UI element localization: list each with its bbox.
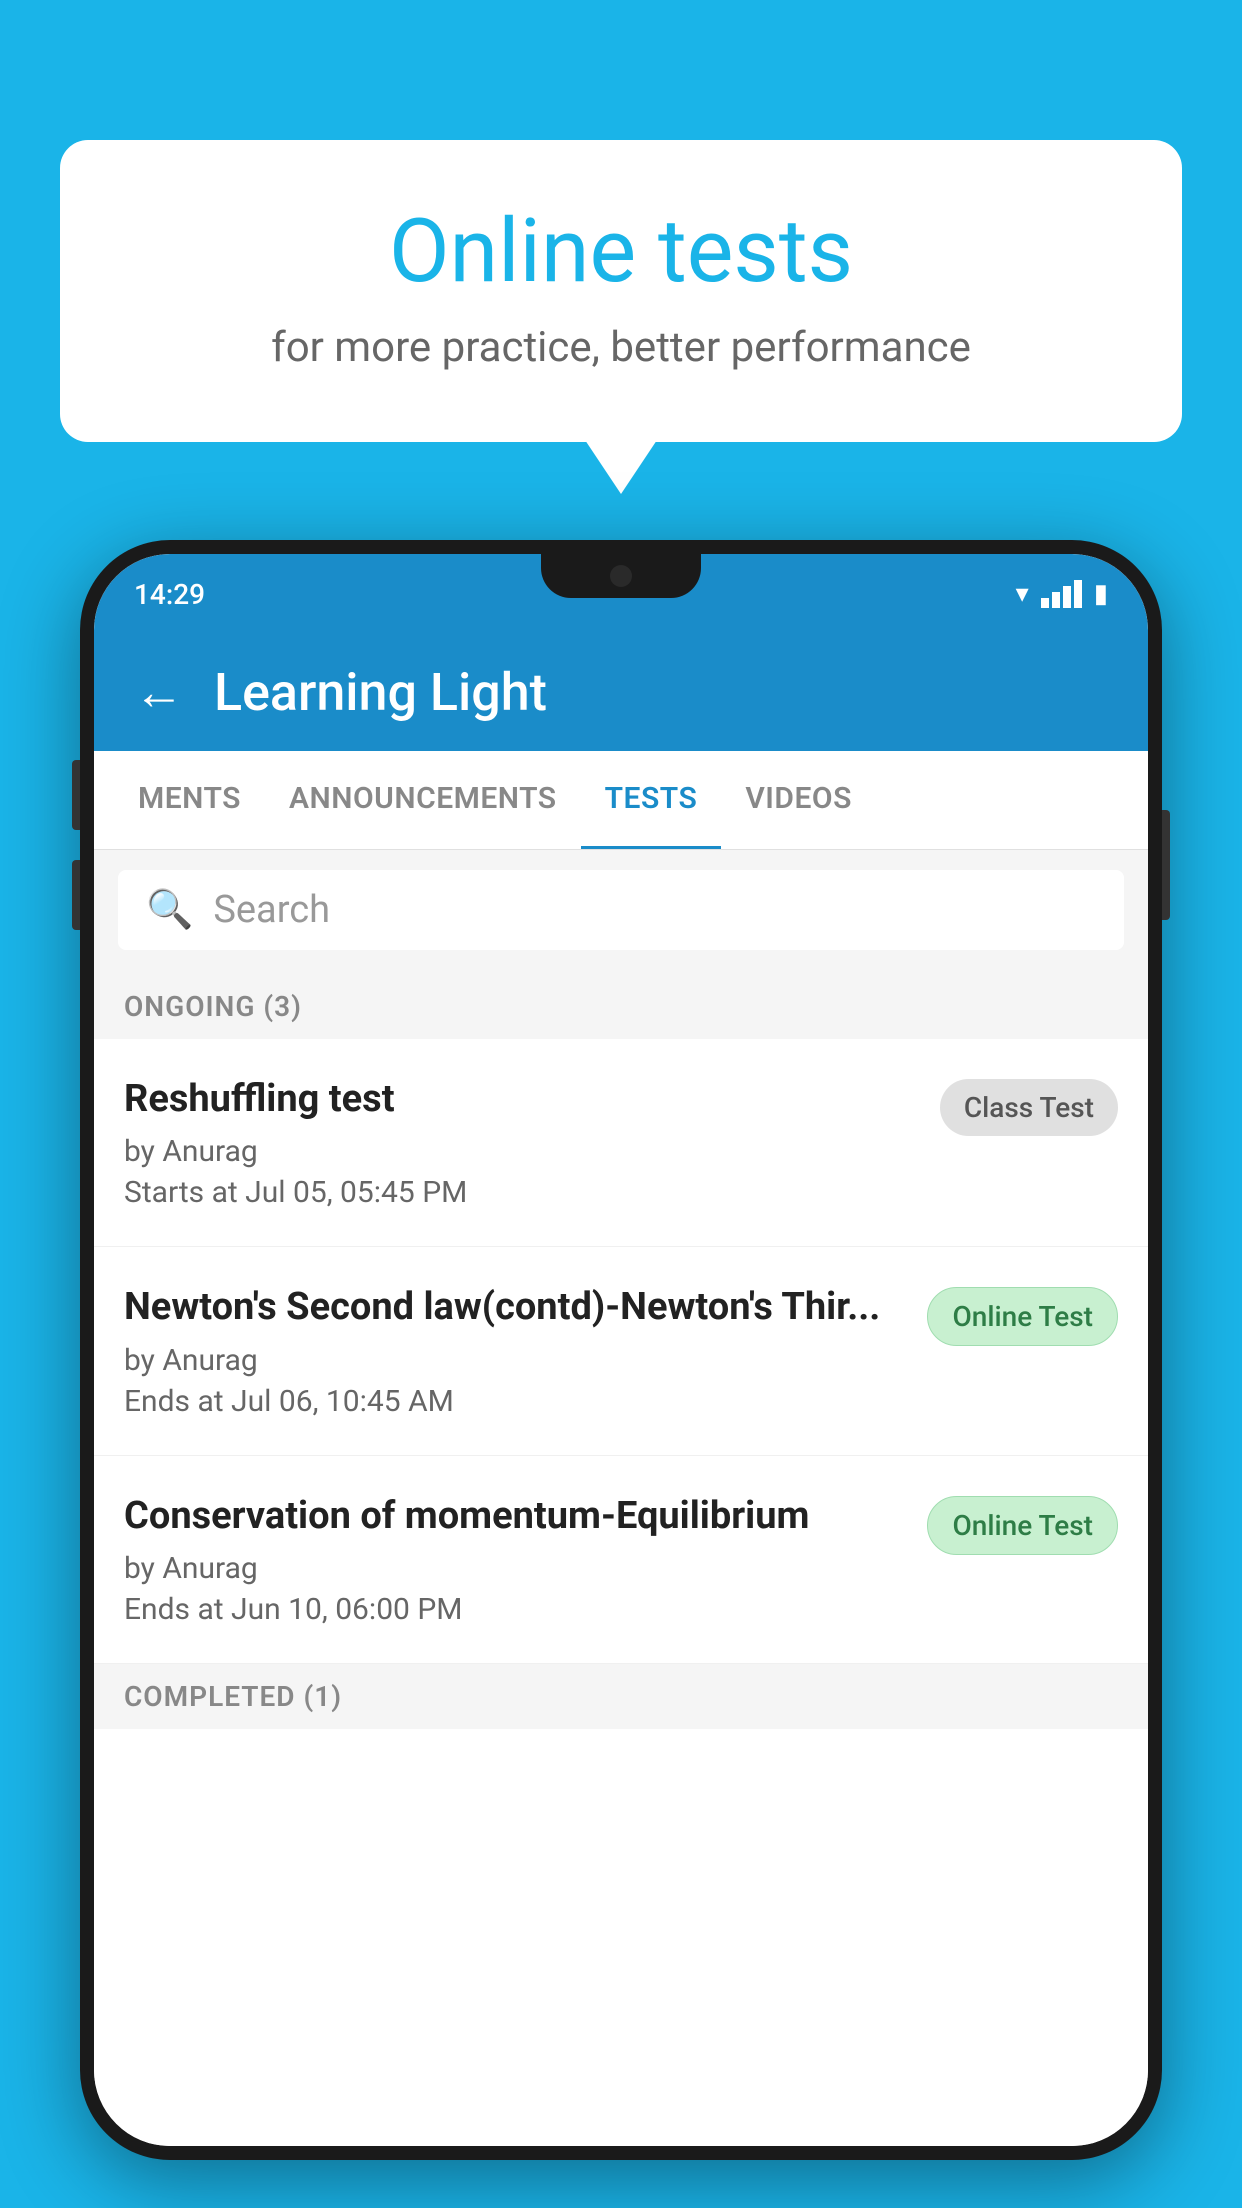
tab-videos[interactable]: VIDEOS [721,751,876,849]
test-time: Ends at Jul 06, 10:45 AM [124,1384,907,1419]
test-info: Newton's Second law(contd)-Newton's Thir… [124,1283,907,1418]
battery-icon: ▮ [1094,579,1108,609]
tab-tests[interactable]: TESTS [581,751,722,849]
tab-assignments[interactable]: MENTS [114,751,265,849]
test-name: Reshuffling test [124,1075,920,1124]
completed-section-header: COMPLETED (1) [94,1664,1148,1729]
status-bar: 14:29 ▾ ▮ [94,554,1148,634]
volume-up-button [72,760,80,830]
search-placeholder: Search [213,888,330,932]
app-header: ← Learning Light [94,634,1148,751]
ongoing-title: ONGOING (3) [124,990,302,1023]
online-test-badge-2: Online Test [927,1496,1118,1555]
wifi-icon: ▾ [1016,579,1029,609]
test-list: Reshuffling test by Anurag Starts at Jul… [94,1039,1148,2146]
search-bar[interactable]: 🔍 Search [118,870,1124,950]
ongoing-section-header: ONGOING (3) [94,970,1148,1039]
camera [610,565,632,587]
tab-announcements[interactable]: ANNOUNCEMENTS [265,751,581,849]
signal-icon [1041,580,1082,608]
test-info: Conservation of momentum-Equilibrium by … [124,1492,907,1627]
power-button [1162,810,1170,920]
bubble-title: Online tests [140,200,1102,303]
tab-bar: MENTS ANNOUNCEMENTS TESTS VIDEOS [94,751,1148,850]
search-section: 🔍 Search [94,850,1148,970]
class-test-badge: Class Test [940,1079,1118,1136]
test-time: Starts at Jul 05, 05:45 PM [124,1175,920,1210]
bubble-subtitle: for more practice, better performance [140,323,1102,372]
app-title: Learning Light [214,662,547,723]
signal-bar-3 [1063,586,1071,608]
phone-frame: 14:29 ▾ ▮ [80,540,1162,2160]
status-time: 14:29 [134,578,205,611]
phone-mockup: 14:29 ▾ ▮ [80,540,1162,2208]
back-button[interactable]: ← [134,663,184,722]
test-name: Newton's Second law(contd)-Newton's Thir… [124,1283,907,1332]
completed-title: COMPLETED (1) [124,1680,342,1713]
test-item[interactable]: Reshuffling test by Anurag Starts at Jul… [94,1039,1148,1247]
test-time: Ends at Jun 10, 06:00 PM [124,1592,907,1627]
notch [541,554,701,598]
test-author: by Anurag [124,1551,907,1586]
signal-bar-1 [1041,598,1049,608]
speech-bubble: Online tests for more practice, better p… [60,140,1182,442]
online-test-badge: Online Test [927,1287,1118,1346]
test-info: Reshuffling test by Anurag Starts at Jul… [124,1075,920,1210]
test-name: Conservation of momentum-Equilibrium [124,1492,907,1541]
phone-screen: 14:29 ▾ ▮ [94,554,1148,2146]
promo-section: Online tests for more practice, better p… [60,140,1182,442]
search-icon: 🔍 [146,888,193,932]
signal-bar-4 [1074,580,1082,608]
test-item[interactable]: Newton's Second law(contd)-Newton's Thir… [94,1247,1148,1455]
signal-bar-2 [1052,592,1060,608]
test-author: by Anurag [124,1134,920,1169]
status-icons: ▾ ▮ [1016,579,1108,609]
test-author: by Anurag [124,1343,907,1378]
test-item[interactable]: Conservation of momentum-Equilibrium by … [94,1456,1148,1664]
volume-down-button [72,860,80,930]
